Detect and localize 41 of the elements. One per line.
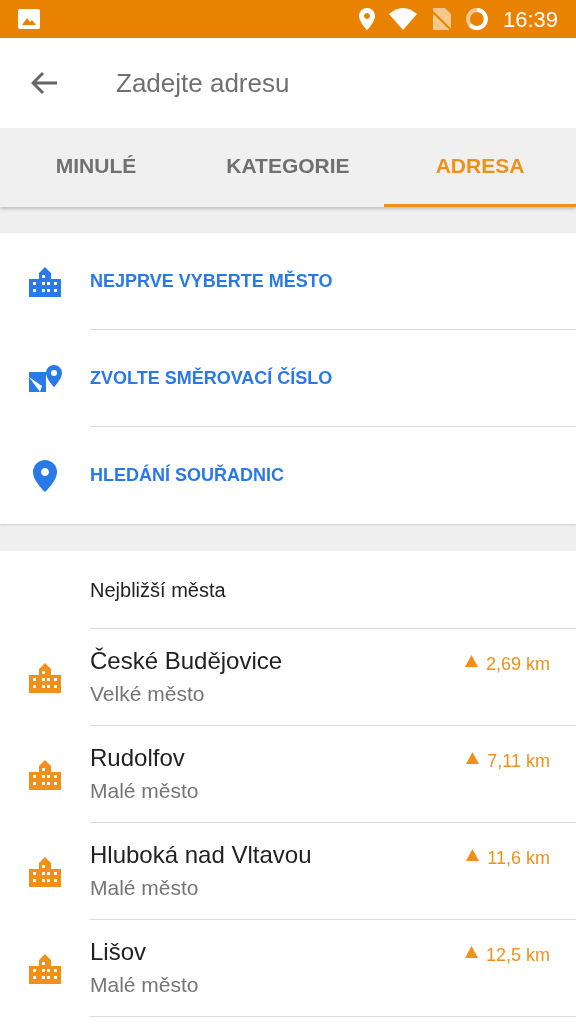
option-item[interactable]: NEJPRVE VYBERTE MĚSTO (90, 233, 576, 330)
battery-ring-icon (464, 7, 489, 31)
direction-arrow-icon (466, 752, 480, 764)
image-icon (18, 9, 40, 29)
back-arrow-icon (31, 71, 59, 95)
direction-arrow-icon (464, 655, 478, 667)
city-icon (29, 662, 61, 693)
city-icon (29, 953, 61, 984)
city-icon (29, 856, 61, 887)
location-icon (358, 8, 375, 30)
city-row[interactable]: Hluboká nad Vltavou Malé město 11,6 km (0, 823, 576, 920)
distance: 2,69 km (485, 653, 550, 676)
city-name: Hluboká nad Vltavou (90, 840, 313, 870)
city-row[interactable]: České Budějovice Velké město 2,69 km (0, 629, 576, 726)
city-type: Malé město (90, 972, 200, 998)
toolbar-title: Zadejte adresu (116, 66, 290, 100)
map-pin-icon (28, 364, 62, 393)
city-name: České Budějovice (90, 646, 284, 676)
tab[interactable]: MINULÉ (0, 128, 192, 207)
no-sim-icon (430, 8, 451, 30)
clock-time: 16:39 (502, 5, 558, 34)
city-type: Malé město (90, 778, 200, 804)
direction-arrow-icon (466, 849, 480, 861)
distance: 11,6 km (487, 847, 550, 870)
location-pin-icon (33, 459, 57, 492)
section-heading: Nejbližší města (90, 577, 226, 603)
wifi-icon (388, 8, 417, 30)
distance: 7,11 km (487, 750, 550, 773)
city-type: Malé město (90, 875, 200, 901)
city-icon (29, 266, 61, 297)
city-name: Lišov (90, 937, 148, 967)
tab[interactable]: KATEGORIE (192, 128, 384, 207)
city-type: Velké město (90, 681, 206, 707)
city-row[interactable]: Lišov Malé město 12,5 km (0, 920, 576, 1017)
direction-arrow-icon (464, 946, 478, 958)
city-row[interactable]: Rudolfov Malé město 7,11 km (0, 726, 576, 823)
distance: 12,5 km (485, 944, 550, 967)
option-item[interactable]: ZVOLTE SMĚROVACÍ ČÍSLO (90, 330, 576, 427)
option-item[interactable]: HLEDÁNÍ SOUŘADNIC (90, 427, 576, 524)
city-name: Rudolfov (90, 743, 186, 773)
city-icon (29, 759, 61, 790)
